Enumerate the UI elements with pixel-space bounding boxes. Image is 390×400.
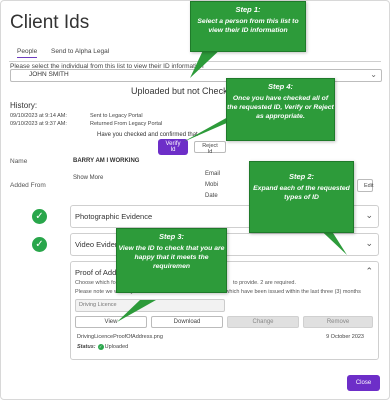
- id-status-banner: Uploaded but not Checked: [131, 86, 238, 96]
- edit-button[interactable]: Edit: [357, 179, 373, 192]
- status-label: Status:: [77, 344, 96, 350]
- verify-question: Have you checked and confirmed that: [97, 132, 198, 138]
- reject-id-button[interactable]: Reject Id: [194, 141, 226, 155]
- check-circle-icon: ✓: [97, 344, 104, 350]
- callout-step4-text: Once you have checked all of the request…: [227, 95, 334, 120]
- tab-people[interactable]: People: [17, 48, 38, 58]
- callout-step2-title: Step 2:: [288, 172, 314, 181]
- chevron-up-icon[interactable]: ⌃: [365, 266, 373, 277]
- download-button[interactable]: Download: [151, 316, 223, 328]
- history-time: 09/10/2023 at 9:37 AM:: [10, 121, 67, 127]
- document-type-select[interactable]: Driving Licence: [75, 299, 225, 312]
- callout-step1: Step 1: Select a person from this list t…: [190, 1, 306, 52]
- date-label: Date: [205, 193, 218, 199]
- history-row: 09/10/2023 at 9:37 AM: Returned From Leg…: [10, 121, 162, 127]
- chevron-down-icon[interactable]: ⌄: [365, 210, 373, 221]
- close-button[interactable]: Close: [347, 375, 380, 391]
- mobile-label: Mobi: [205, 182, 219, 188]
- history-label: History:: [10, 101, 38, 110]
- chevron-down-icon: ⌄: [370, 70, 377, 79]
- callout-step4: Step 4: Once you have checked all of the…: [226, 78, 335, 141]
- callout-step1-title: Step 1:: [235, 5, 261, 14]
- change-button[interactable]: Change: [227, 316, 299, 328]
- proof-instruction-b: to provide. 2 are required.: [233, 280, 296, 286]
- person-select-value: JOHN SMITH: [29, 71, 69, 78]
- callout-step1-text: Select a person from this list to view t…: [197, 18, 299, 34]
- callout-step3-text: View the ID to check that you are happy …: [118, 245, 225, 270]
- show-more-link[interactable]: Show More: [73, 175, 103, 181]
- dialog-title: Client Ids: [10, 12, 90, 33]
- remove-button[interactable]: Remove: [303, 316, 373, 328]
- document-type-value: Driving Licence: [79, 302, 117, 308]
- check-circle-icon: ✓: [32, 237, 47, 252]
- callout-step3: Step 3: View the ID to check that you ar…: [116, 228, 227, 293]
- client-name: BARRY AM I WORKING: [73, 158, 140, 164]
- history-action: Sent to Legacy Portal: [90, 113, 143, 119]
- history-row: 09/10/2023 at 9:14 AM: Sent to Legacy Po…: [10, 113, 143, 119]
- name-label: Name: [10, 158, 28, 165]
- history-action: Returned From Legacy Portal: [90, 121, 163, 127]
- uploaded-date: 9 October 2023: [326, 334, 364, 340]
- section-title: Photographic Evidence: [75, 212, 153, 221]
- added-from-label: Added From: [10, 182, 46, 189]
- uploaded-filename: DrivingLicenceProofOfAddress.png: [77, 334, 163, 340]
- callout-step4-title: Step 4:: [267, 82, 293, 91]
- callout-step2: Step 2: Expand each of the requested typ…: [249, 161, 354, 233]
- status-value: Uploaded: [104, 344, 129, 350]
- callout-step3-title: Step 3:: [158, 232, 184, 241]
- check-circle-icon: ✓: [32, 209, 47, 224]
- history-time: 09/10/2023 at 9:14 AM:: [10, 113, 67, 119]
- chevron-down-icon[interactable]: ⌄: [365, 238, 373, 249]
- upload-status: Status: ✓ Uploaded: [77, 344, 128, 350]
- verify-id-button[interactable]: Verify Id: [158, 139, 188, 155]
- tab-send-to-alpha-legal[interactable]: Send to Alpha Legal: [51, 48, 109, 55]
- view-button[interactable]: View: [75, 316, 147, 328]
- email-label: Email: [205, 171, 221, 177]
- callout-step2-text: Expand each of the requested types of ID: [253, 185, 350, 201]
